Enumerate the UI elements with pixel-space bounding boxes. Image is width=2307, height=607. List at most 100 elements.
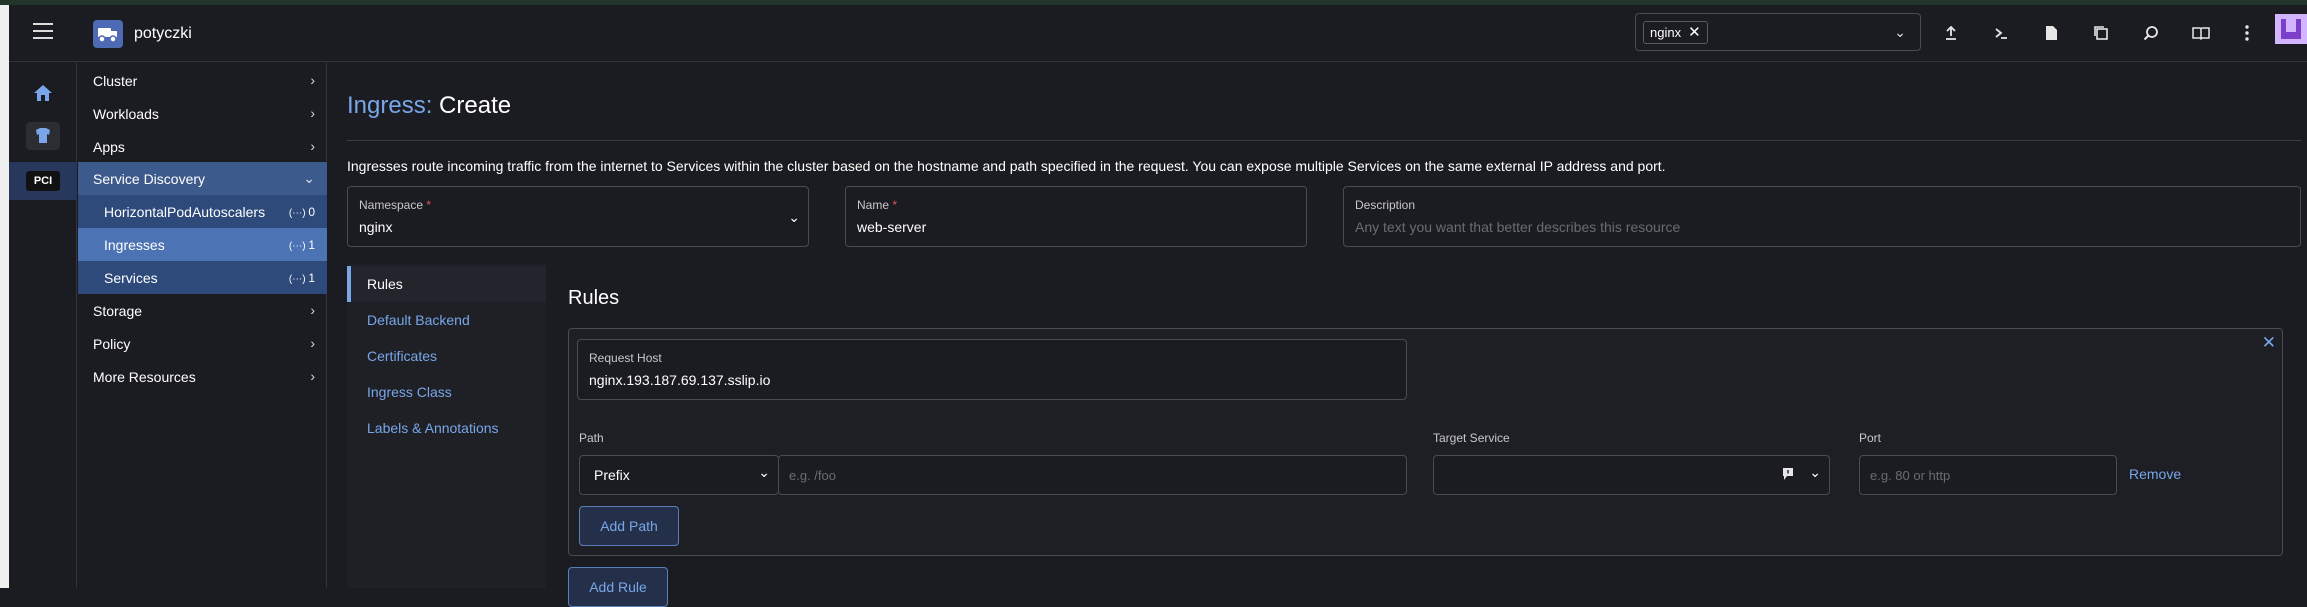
namespace-label: Namespace	[359, 198, 424, 212]
namespace-chip-label: nginx	[1650, 25, 1682, 40]
port-label: Port	[1859, 431, 1882, 445]
namespace-filter-select[interactable]: nginx ✕ ⌄	[1635, 13, 1921, 51]
nav-services[interactable]: Services (⋯) 1	[78, 261, 327, 294]
tab-ingress-class[interactable]: Ingress Class	[347, 374, 546, 410]
chevron-right-icon: ›	[310, 302, 315, 318]
nav-workloads[interactable]: Workloads ›	[78, 97, 327, 130]
chevron-down-icon: ⌄	[788, 209, 800, 225]
home-icon[interactable]	[9, 76, 77, 110]
namespaced-icon: (⋯)	[288, 273, 309, 285]
nav-more-resources-label: More Resources	[93, 368, 196, 385]
path-type-value: Prefix	[594, 467, 630, 483]
description-field[interactable]: Description Any text you want that bette…	[1343, 186, 2301, 247]
close-icon[interactable]: ✕	[2262, 333, 2276, 353]
add-path-button[interactable]: Add Path	[579, 506, 679, 546]
nav-ingresses-count: 1	[308, 237, 315, 252]
chevron-down-icon[interactable]: ⌄	[1894, 24, 1906, 41]
chevron-right-icon: ›	[310, 368, 315, 384]
namespace-select[interactable]: Namespace * nginx ⌄	[347, 186, 809, 247]
background-window-edge	[0, 5, 9, 588]
page-title-action: Create	[439, 92, 512, 119]
request-host-label: Request Host	[589, 351, 662, 365]
target-service-select[interactable]: ⌄	[1433, 455, 1830, 495]
request-host-field[interactable]: Request Host nginx.193.187.69.137.sslip.…	[577, 339, 1407, 400]
file-icon[interactable]	[2037, 19, 2065, 47]
cluster-icon[interactable]	[9, 119, 77, 153]
nav-ingresses-label: Ingresses	[104, 236, 165, 253]
top-header: potyczki nginx ✕ ⌄	[9, 5, 2307, 62]
nav-services-label: Services	[104, 269, 158, 286]
tab-default-backend[interactable]: Default Backend	[347, 302, 546, 338]
rancher-logo[interactable]	[2275, 14, 2307, 44]
side-tabs: Rules Default Backend Certificates Ingre…	[347, 264, 546, 588]
name-field[interactable]: Name * web-server	[845, 186, 1307, 247]
chevron-down-icon: ⌄	[758, 464, 770, 480]
path-type-select[interactable]: Prefix ⌄	[579, 455, 779, 495]
required-marker: *	[426, 198, 432, 212]
nav-workloads-label: Workloads	[93, 105, 159, 122]
nav-more-resources[interactable]: More Resources ›	[78, 360, 327, 393]
chevron-right-icon: ›	[310, 105, 315, 121]
rule-card: ✕ Request Host nginx.193.187.69.137.ssli…	[568, 328, 2283, 556]
tab-rules[interactable]: Rules	[347, 266, 546, 302]
namespace-value: nginx	[359, 219, 393, 235]
add-rule-button[interactable]: Add Rule	[568, 567, 668, 607]
request-host-value: nginx.193.187.69.137.sslip.io	[589, 372, 771, 388]
copy-config-icon[interactable]	[2087, 19, 2115, 47]
name-label: Name	[857, 198, 890, 212]
search-icon[interactable]	[2137, 19, 2165, 47]
nav-services-count: 1	[308, 270, 315, 285]
nav-apps[interactable]: Apps ›	[78, 130, 327, 163]
nav-apps-label: Apps	[93, 138, 125, 155]
nav-storage[interactable]: Storage ›	[78, 294, 327, 327]
nav-ingresses[interactable]: Ingresses (⋯) 1	[78, 228, 327, 261]
path-label: Path	[579, 431, 604, 445]
upload-icon[interactable]	[1937, 19, 1965, 47]
cluster-rail: PCI	[9, 62, 77, 588]
nav-service-discovery[interactable]: Service Discovery ⌄	[78, 162, 327, 195]
chevron-right-icon: ›	[310, 138, 315, 154]
book-icon[interactable]	[2187, 19, 2215, 47]
description-placeholder: Any text you want that better describes …	[1355, 219, 1681, 235]
remove-path-button[interactable]: Remove	[2129, 466, 2181, 482]
description-label: Description	[1355, 198, 1416, 212]
nav-hpa[interactable]: HorizontalPodAutoscalers (⋯) 0	[78, 195, 327, 228]
flag-icon	[1781, 467, 1795, 486]
side-navigation: Cluster › Workloads › Apps › Service Discov…	[78, 62, 327, 588]
page-description: Ingresses route incoming traffic from th…	[347, 158, 1666, 174]
rules-heading: Rules	[568, 287, 620, 309]
port-input[interactable]: e.g. 80 or http	[1859, 455, 2117, 495]
hamburger-menu-icon[interactable]	[33, 23, 53, 39]
target-service-label: Target Service	[1433, 431, 1510, 445]
path-placeholder: e.g. /foo	[789, 468, 836, 483]
tab-labels-annotations[interactable]: Labels & Annotations	[347, 410, 546, 446]
tab-certificates[interactable]: Certificates	[347, 338, 546, 374]
nav-policy[interactable]: Policy ›	[78, 327, 327, 360]
terminal-icon[interactable]	[1987, 19, 2015, 47]
cluster-name: potyczki	[134, 25, 192, 42]
chevron-right-icon: ›	[310, 72, 315, 88]
pci-label: PCI	[25, 171, 61, 191]
page-title: Ingress: Create	[347, 92, 511, 120]
pci-cluster-item[interactable]: PCI	[9, 162, 77, 200]
namespace-chip: nginx ✕	[1643, 21, 1708, 44]
breadcrumb-ingress-link[interactable]: Ingress:	[347, 92, 432, 119]
nav-hpa-label: HorizontalPodAutoscalers	[104, 203, 266, 220]
name-value: web-server	[857, 219, 927, 235]
cluster-icon	[93, 20, 123, 48]
main-content: Ingress: Create Ingresses route incoming…	[328, 62, 2307, 607]
path-input[interactable]: e.g. /foo	[778, 455, 1407, 495]
nav-storage-label: Storage	[93, 302, 143, 319]
nav-service-discovery-label: Service Discovery	[93, 170, 206, 187]
chevron-down-icon: ⌄	[1809, 464, 1821, 480]
namespaced-icon: (⋯)	[288, 240, 309, 252]
nav-cluster-label: Cluster	[93, 72, 138, 89]
nav-cluster[interactable]: Cluster ›	[78, 64, 327, 97]
required-marker: *	[892, 198, 898, 212]
kebab-menu-icon[interactable]	[2233, 19, 2261, 47]
chevron-right-icon: ›	[310, 335, 315, 351]
chip-remove-icon[interactable]: ✕	[1688, 22, 1701, 43]
nav-policy-label: Policy	[93, 335, 131, 352]
port-placeholder: e.g. 80 or http	[1870, 468, 1951, 483]
nav-hpa-count: 0	[308, 204, 315, 219]
